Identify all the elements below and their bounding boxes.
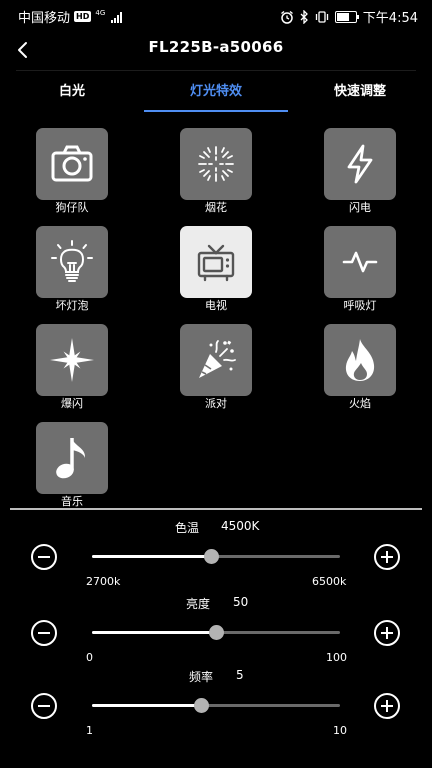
status-right: 下午4:54 xyxy=(280,7,418,26)
frequency-slider[interactable] xyxy=(92,698,340,713)
vibrate-icon xyxy=(315,10,328,23)
effect-tile xyxy=(324,226,396,298)
color-temp-minus-button[interactable] xyxy=(31,544,57,570)
clock-label: 下午4:54 xyxy=(362,11,418,26)
effect-label: 闪电 xyxy=(349,201,371,214)
effect-tv[interactable]: 电视 xyxy=(180,226,252,313)
effect-tile xyxy=(180,226,252,298)
color-temp-max-label: 6500k xyxy=(312,575,347,588)
fireworks-icon xyxy=(198,146,234,182)
effect-tile xyxy=(36,128,108,200)
effect-tile xyxy=(36,226,108,298)
music-note-icon xyxy=(56,438,86,479)
tab-bar: 白光 灯光特效 快速调整 xyxy=(0,74,432,114)
slider-fill xyxy=(92,704,202,707)
color-temp-value: 4500K xyxy=(221,519,260,533)
effect-party[interactable]: 派对 xyxy=(180,324,252,411)
section-divider xyxy=(10,508,422,510)
slider-thumb[interactable] xyxy=(209,625,224,640)
tab-light-effects[interactable]: 灯光特效 xyxy=(144,74,288,112)
effect-lightning[interactable]: 闪电 xyxy=(324,128,396,215)
status-left: 中国移动 HD 4G xyxy=(18,7,123,26)
effect-tile xyxy=(180,128,252,200)
effect-label: 爆闪 xyxy=(61,397,83,410)
effect-tile xyxy=(324,324,396,396)
effect-label: 派对 xyxy=(205,397,227,410)
brightness-minus-button[interactable] xyxy=(31,620,57,646)
brightness-value: 50 xyxy=(233,595,249,609)
battery-icon xyxy=(334,10,359,23)
color-temp-label: 色温 xyxy=(175,521,200,535)
color-temp-slider[interactable] xyxy=(92,549,340,564)
effect-label: 火焰 xyxy=(349,397,371,410)
color-temp-min-label: 2700k xyxy=(86,575,121,588)
effect-label: 电视 xyxy=(205,299,227,312)
party-popper-icon xyxy=(199,340,236,378)
effect-label: 呼吸灯 xyxy=(343,299,377,312)
header-divider xyxy=(16,70,416,71)
lightning-icon xyxy=(347,144,373,184)
effect-label: 烟花 xyxy=(205,201,227,214)
effect-paparazzi[interactable]: 狗仔队 xyxy=(36,128,108,215)
brightness-slider[interactable] xyxy=(92,625,340,640)
sparkle-icon xyxy=(50,338,94,382)
header: FL225B-a50066 xyxy=(0,30,432,70)
brightness-label: 亮度 xyxy=(186,597,211,611)
frequency-min-label: 1 xyxy=(86,724,93,737)
hd-badge: HD xyxy=(74,11,92,22)
signal-icon xyxy=(111,11,123,23)
brightness-max-label: 100 xyxy=(326,651,347,664)
slider-fill xyxy=(92,555,212,558)
effect-tile xyxy=(36,422,108,494)
brightness-plus-button[interactable] xyxy=(374,620,400,646)
tab-underline xyxy=(144,110,288,112)
tab-quick-adjust[interactable]: 快速调整 xyxy=(288,74,432,112)
effect-tile xyxy=(36,324,108,396)
color-temp-plus-button[interactable] xyxy=(374,544,400,570)
carrier-label: 中国移动 xyxy=(18,11,71,26)
frequency-plus-button[interactable] xyxy=(374,693,400,719)
alarm-icon xyxy=(280,10,293,24)
effect-label: 坏灯泡 xyxy=(55,299,89,312)
slider-thumb[interactable] xyxy=(204,549,220,564)
effect-tile xyxy=(180,324,252,396)
effect-flame[interactable]: 火焰 xyxy=(324,324,396,411)
flame-icon xyxy=(345,339,375,381)
status-bar: 中国移动 HD 4G 下午4:54 xyxy=(0,0,432,30)
frequency-label: 频率 xyxy=(189,670,214,684)
slider-fill xyxy=(92,631,216,634)
effect-music[interactable]: 音乐 xyxy=(36,422,108,509)
effect-breathing[interactable]: 呼吸灯 xyxy=(324,226,396,313)
bluetooth-icon xyxy=(300,9,308,24)
brightness-min-label: 0 xyxy=(86,651,93,664)
page-title: FL225B-a50066 xyxy=(148,38,284,56)
frequency-max-label: 10 xyxy=(333,724,347,737)
pulse-icon xyxy=(342,251,378,273)
frequency-value: 5 xyxy=(236,668,244,682)
effect-label: 狗仔队 xyxy=(55,201,89,214)
effect-tile xyxy=(324,128,396,200)
effect-strobe[interactable]: 爆闪 xyxy=(36,324,108,411)
network-type-label: 4G xyxy=(95,8,106,17)
effect-fireworks[interactable]: 烟花 xyxy=(180,128,252,215)
frequency-minus-button[interactable] xyxy=(31,693,57,719)
effect-bad-bulb[interactable]: 坏灯泡 xyxy=(36,226,108,313)
tv-icon xyxy=(197,244,235,282)
camera-icon xyxy=(51,145,93,182)
tab-white-light[interactable]: 白光 xyxy=(0,74,144,112)
lightbulb-icon xyxy=(51,240,93,282)
slider-thumb[interactable] xyxy=(194,698,210,713)
effect-label: 音乐 xyxy=(61,495,83,508)
